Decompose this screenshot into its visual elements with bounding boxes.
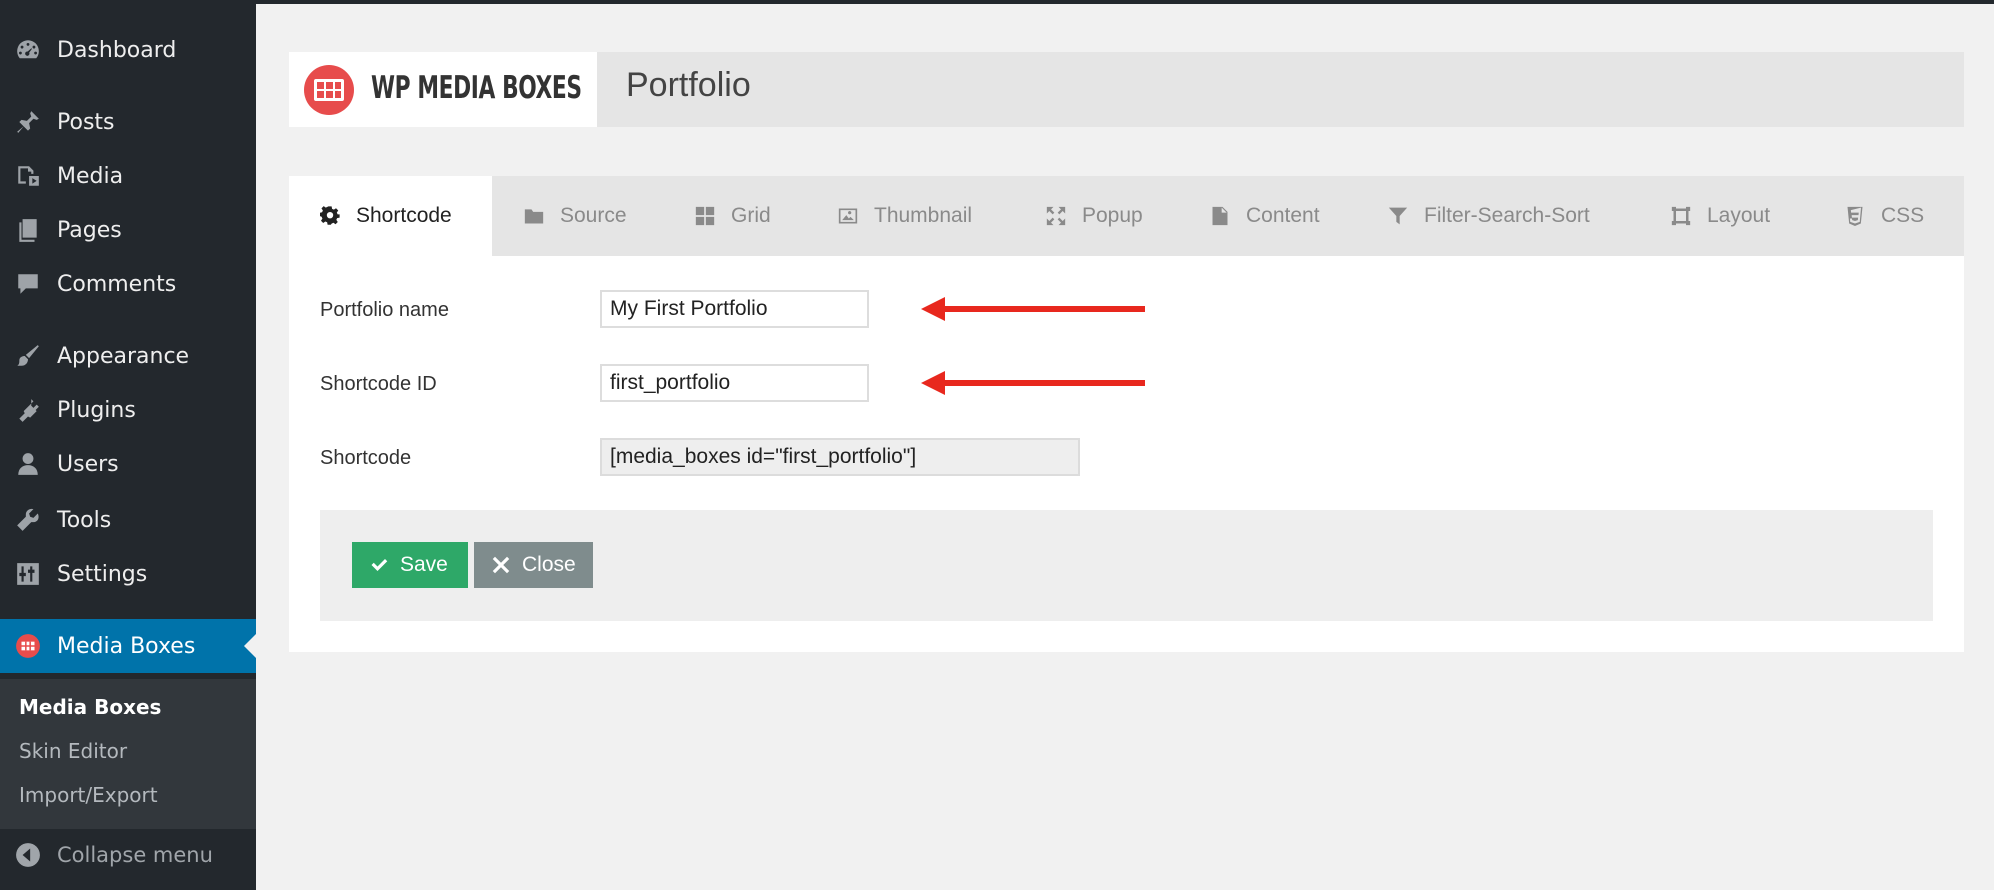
- comment-icon: [14, 270, 42, 298]
- submenu-item-media-boxes[interactable]: Media Boxes: [19, 695, 161, 719]
- tab-css[interactable]: CSS: [1845, 176, 1924, 256]
- brush-icon: [14, 342, 42, 370]
- plug-icon: [14, 396, 42, 424]
- tab-thumbnail[interactable]: Thumbnail: [838, 176, 972, 256]
- portfolio-name-input[interactable]: My First Portfolio: [600, 290, 869, 328]
- tab-filter-search-sort[interactable]: Filter-Search-Sort: [1388, 176, 1590, 256]
- sidebar-item-appearance[interactable]: Appearance: [0, 336, 256, 376]
- pin-icon: [14, 108, 42, 136]
- sidebar-item-label: Users: [57, 451, 119, 477]
- close-button-label: Close: [522, 553, 576, 576]
- sidebar-item-posts[interactable]: Posts: [0, 102, 256, 142]
- tab-label: Source: [560, 204, 627, 227]
- close-button[interactable]: Close: [474, 542, 593, 588]
- sidebar-item-plugins[interactable]: Plugins: [0, 390, 256, 430]
- sidebar-item-label: Plugins: [57, 397, 136, 423]
- sidebar-submenu: Media Boxes Skin Editor Import/Export: [0, 679, 256, 829]
- sidebar-item-label: Pages: [57, 217, 122, 243]
- brand-name: WP MEDIA BOXES: [371, 70, 582, 106]
- submenu-item-import-export[interactable]: Import/Export: [19, 783, 158, 807]
- gear-icon: [320, 206, 340, 225]
- tab-source[interactable]: Source: [524, 176, 627, 256]
- tab-label: Layout: [1707, 204, 1771, 227]
- check-icon: [371, 559, 388, 571]
- sidebar-item-label: Dashboard: [57, 37, 177, 63]
- css-icon: [1847, 206, 1863, 226]
- sidebar-item-label: Appearance: [57, 343, 190, 369]
- sidebar-item-users[interactable]: Users: [0, 444, 256, 484]
- close-icon: [492, 556, 510, 574]
- collapse-menu-button[interactable]: Collapse menu: [0, 835, 256, 875]
- settings-panel: Shortcode Source Grid Thumbnail Popup Co…: [289, 176, 1964, 652]
- tab-label: Popup: [1082, 204, 1143, 227]
- tab-label: CSS: [1881, 204, 1925, 227]
- save-button-label: Save: [400, 553, 448, 576]
- tab-layout[interactable]: Layout: [1671, 176, 1770, 256]
- layout-icon: [1671, 206, 1691, 226]
- title-bar: Portfolio: [597, 52, 1964, 127]
- shortcode-id-label: Shortcode ID: [320, 373, 437, 395]
- tab-grid[interactable]: Grid: [695, 176, 771, 256]
- tab-shortcode[interactable]: Shortcode: [289, 176, 492, 256]
- tab-popup[interactable]: Popup: [1046, 176, 1143, 256]
- tab-label: Thumbnail: [874, 204, 973, 227]
- media-boxes-logo-icon: [304, 65, 354, 115]
- collapse-icon: [14, 841, 42, 869]
- tab-label: Grid: [731, 204, 771, 227]
- file-icon: [1212, 206, 1228, 226]
- dashboard-icon: [14, 36, 42, 64]
- pages-icon: [14, 216, 42, 244]
- user-icon: [14, 450, 42, 478]
- red-arrow-annotation: [921, 371, 1145, 395]
- media-icon: [14, 162, 42, 190]
- filter-icon: [1388, 207, 1408, 225]
- sidebar-item-label: Comments: [57, 271, 177, 297]
- portfolio-name-label: Portfolio name: [320, 299, 449, 321]
- shortcode-id-input[interactable]: first_portfolio: [600, 364, 869, 402]
- tab-label: Filter-Search-Sort: [1424, 204, 1590, 227]
- expand-icon: [1046, 206, 1066, 226]
- sidebar-item-media-boxes[interactable]: Media Boxes: [0, 619, 256, 673]
- red-arrow-annotation: [921, 297, 1145, 321]
- shortcode-output-field[interactable]: [media_boxes id="first_portfolio"]: [600, 438, 1080, 476]
- media-boxes-icon: [14, 632, 42, 660]
- sidebar-item-media[interactable]: Media: [0, 156, 256, 196]
- sidebar-item-tools[interactable]: Tools: [0, 500, 256, 540]
- tab-content[interactable]: Content: [1210, 176, 1320, 256]
- collapse-label: Collapse menu: [57, 843, 213, 867]
- tab-label: Shortcode: [356, 204, 452, 227]
- submenu-item-skin-editor[interactable]: Skin Editor: [19, 739, 127, 763]
- sidebar-item-label: Media Boxes: [57, 633, 196, 659]
- tab-bar: Shortcode Source Grid Thumbnail Popup Co…: [289, 176, 1964, 256]
- sidebar-item-label: Tools: [57, 507, 112, 533]
- tab-label: Content: [1246, 204, 1320, 227]
- sidebar-item-label: Media: [57, 163, 124, 189]
- admin-sidebar: Dashboard Posts Media Pages Comments App…: [0, 0, 256, 890]
- admin-top-bar: [256, 0, 1994, 4]
- sidebar-item-pages[interactable]: Pages: [0, 210, 256, 250]
- grid-icon: [695, 206, 715, 226]
- settings-icon: [14, 560, 42, 588]
- sidebar-item-settings[interactable]: Settings: [0, 554, 256, 594]
- image-icon: [838, 208, 858, 224]
- sidebar-item-label: Settings: [57, 561, 148, 587]
- brand-logo-box: WP MEDIA BOXES: [289, 52, 597, 127]
- shortcode-label: Shortcode: [320, 447, 412, 469]
- sidebar-item-comments[interactable]: Comments: [0, 264, 256, 304]
- sidebar-item-label: Posts: [57, 109, 115, 135]
- button-area: Save Close: [320, 510, 1933, 621]
- save-button[interactable]: Save: [352, 542, 468, 588]
- sidebar-item-dashboard[interactable]: Dashboard: [0, 30, 256, 70]
- folder-icon: [524, 209, 544, 224]
- page-title: Portfolio: [626, 66, 751, 104]
- wrench-icon: [14, 506, 42, 534]
